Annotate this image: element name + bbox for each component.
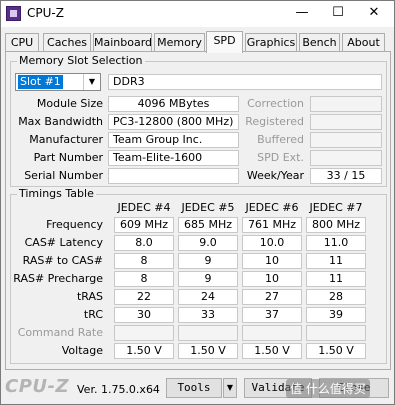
timing-column-header: JEDEC #7: [309, 201, 363, 214]
registered-label: Registered: [245, 115, 304, 128]
tools-button[interactable]: Tools: [166, 378, 222, 398]
timing-cell: 10: [242, 271, 302, 287]
timing-cell: 11.0: [306, 235, 366, 251]
timing-row-label: RAS# to CAS#: [22, 254, 103, 267]
timing-cell: 8: [114, 253, 174, 269]
timing-cell: 22: [114, 289, 174, 305]
cpuz-window: CPU-Z — ☐ ✕ CPU Caches Mainboard Memory …: [0, 0, 395, 405]
memory-slot-group-title: Memory Slot Selection: [17, 54, 145, 67]
chevron-down-icon: ▼: [83, 74, 100, 90]
timing-cell: 1.50 V: [178, 343, 238, 359]
timing-row-label: CAS# Latency: [24, 236, 103, 249]
memory-slot-group: Memory Slot Selection Slot #1 ▼ DDR3 Mod…: [10, 54, 387, 187]
timing-row-label: tRAS: [76, 290, 103, 303]
timing-cell: [242, 325, 302, 341]
timing-cell: 10: [242, 253, 302, 269]
timing-cell: [178, 325, 238, 341]
slot-select-value: Slot #1: [18, 75, 63, 89]
timing-cell: 761 MHz: [242, 217, 302, 233]
week-year-field: 33 / 15: [310, 168, 382, 184]
timing-cell: 27: [242, 289, 302, 305]
timing-cell: 39: [306, 307, 366, 323]
timing-row-label: Frequency: [46, 218, 103, 231]
tab-bar: CPU Caches Mainboard Memory SPD Graphics…: [5, 31, 391, 53]
timing-cell: [306, 325, 366, 341]
week-year-label: Week/Year: [246, 169, 304, 182]
tab-mainboard[interactable]: Mainboard: [93, 33, 152, 51]
timing-cell: 33: [178, 307, 238, 323]
timing-column-header: JEDEC #6: [245, 201, 299, 214]
timing-cell: 800 MHz: [306, 217, 366, 233]
timing-cell: 30: [114, 307, 174, 323]
part-number-label: Part Number: [33, 151, 103, 164]
cpuz-app-icon: [6, 6, 21, 21]
timing-row-label: tRC: [83, 308, 103, 321]
title-bar: CPU-Z — ☐ ✕: [1, 1, 394, 27]
timing-row-label: RAS# Precharge: [13, 272, 103, 285]
spd-ext-field: [310, 150, 382, 166]
tools-dropdown-button[interactable]: ▼: [223, 378, 237, 398]
tab-spd[interactable]: SPD: [206, 31, 243, 53]
timings-group-title: Timings Table: [17, 187, 96, 200]
memory-type-field: DDR3: [108, 74, 382, 90]
timings-group: Timings Table JEDEC #4 JEDEC #5 JEDEC #6 JE…: [10, 187, 387, 364]
timing-cell: 8.0: [114, 235, 174, 251]
correction-field: [310, 96, 382, 112]
timing-column-header: JEDEC #4: [117, 201, 171, 214]
minimize-button[interactable]: —: [284, 1, 320, 25]
timing-cell: 10.0: [242, 235, 302, 251]
buffered-label: Buffered: [257, 133, 304, 146]
timing-cell: 11: [306, 271, 366, 287]
module-size-field: 4096 MBytes: [108, 96, 239, 112]
timing-cell: 1.50 V: [242, 343, 302, 359]
timing-cell: 1.50 V: [114, 343, 174, 359]
timing-column-header: JEDEC #5: [181, 201, 235, 214]
maximize-button[interactable]: ☐: [320, 1, 356, 25]
tab-about[interactable]: About: [342, 33, 385, 51]
correction-label: Correction: [247, 97, 304, 110]
serial-number-field: [108, 168, 239, 184]
timing-cell: 9: [178, 253, 238, 269]
timing-cell: 9: [178, 271, 238, 287]
tab-graphics[interactable]: Graphics: [245, 33, 297, 51]
spd-ext-label: SPD Ext.: [257, 151, 304, 164]
version-label: Ver. 1.75.0.x64: [77, 383, 160, 396]
tab-memory[interactable]: Memory: [154, 33, 205, 51]
manufacturer-field: Team Group Inc.: [108, 132, 239, 148]
manufacturer-label: Manufacturer: [29, 133, 103, 146]
watermark-overlay: 值 什么值得买: [286, 379, 370, 398]
tab-caches[interactable]: Caches: [43, 33, 91, 51]
timing-cell: 9.0: [178, 235, 238, 251]
slot-select[interactable]: Slot #1 ▼: [15, 73, 101, 91]
timing-cell: 685 MHz: [178, 217, 238, 233]
part-number-field: Team-Elite-1600: [108, 150, 239, 166]
max-bandwidth-label: Max Bandwidth: [18, 115, 103, 128]
buffered-field: [310, 132, 382, 148]
tab-bench[interactable]: Bench: [299, 33, 340, 51]
timing-row-label: Command Rate: [17, 326, 103, 339]
module-size-label: Module Size: [36, 97, 103, 110]
serial-number-label: Serial Number: [24, 169, 103, 182]
window-title: CPU-Z: [27, 6, 64, 20]
close-window-button[interactable]: ✕: [356, 1, 392, 25]
tab-cpu[interactable]: CPU: [5, 33, 39, 51]
max-bandwidth-field: PC3-12800 (800 MHz): [108, 114, 239, 130]
timing-cell: [114, 325, 174, 341]
spd-panel: Memory Slot Selection Slot #1 ▼ DDR3 Mod…: [5, 51, 391, 370]
registered-field: [310, 114, 382, 130]
timing-cell: 609 MHz: [114, 217, 174, 233]
chevron-down-icon: ▼: [226, 383, 234, 392]
timing-cell: 37: [242, 307, 302, 323]
timing-cell: 11: [306, 253, 366, 269]
timing-cell: 1.50 V: [306, 343, 366, 359]
timing-cell: 28: [306, 289, 366, 305]
timing-cell: 24: [178, 289, 238, 305]
timing-row-label: Voltage: [61, 344, 103, 357]
cpuz-logo: CPU-Z: [5, 376, 70, 397]
timing-cell: 8: [114, 271, 174, 287]
